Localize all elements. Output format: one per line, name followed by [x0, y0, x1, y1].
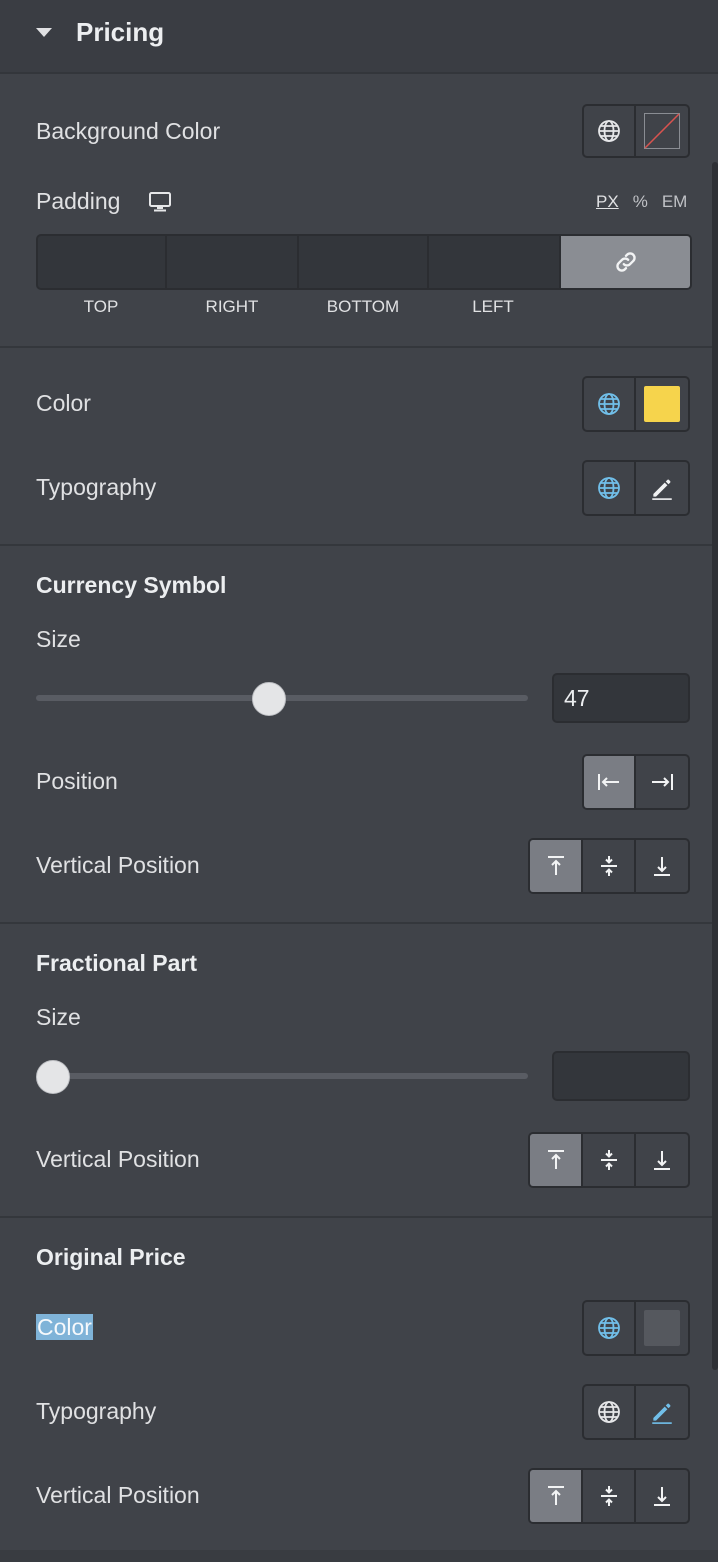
link-values-button[interactable] — [561, 236, 690, 288]
original-price-heading: Original Price — [36, 1244, 186, 1270]
vertical-position-label: Vertical Position — [36, 1482, 200, 1508]
size-slider[interactable] — [36, 1060, 528, 1094]
divider — [0, 1216, 718, 1218]
valign-bottom-button[interactable] — [634, 1134, 688, 1186]
pencil-icon — [652, 479, 672, 500]
edit-typography-button[interactable] — [634, 462, 688, 514]
slider-track — [36, 1073, 528, 1079]
padding-inputs — [36, 234, 692, 290]
pencil-icon — [652, 1403, 672, 1424]
padding-right-input[interactable] — [167, 236, 299, 288]
background-color-label: Background Color — [36, 118, 221, 144]
unit-em[interactable]: EM — [662, 192, 688, 211]
globe-icon — [598, 120, 620, 142]
globe-icon — [598, 1317, 620, 1339]
align-left-bar-icon — [598, 774, 619, 790]
no-color-swatch-icon — [644, 113, 680, 149]
padding-left-label: LEFT — [472, 297, 514, 316]
color-label: Color — [36, 1314, 93, 1341]
valign-bottom-icon — [654, 1487, 670, 1506]
link-icon — [615, 252, 636, 272]
valign-top-icon — [547, 1150, 564, 1169]
vertical-position-control — [528, 838, 690, 894]
valign-bottom-button[interactable] — [634, 840, 688, 892]
globe-icon — [598, 477, 620, 499]
valign-bottom-icon — [654, 857, 670, 876]
vertical-position-label: Vertical Position — [36, 1146, 200, 1172]
slider-handle[interactable] — [36, 1060, 70, 1094]
section-title: Pricing — [76, 17, 165, 47]
scrollbar[interactable] — [712, 162, 718, 1370]
color-swatch-button[interactable] — [634, 378, 688, 430]
valign-middle-icon — [600, 856, 617, 876]
desktop-icon[interactable] — [148, 191, 172, 213]
currency-symbol-heading: Currency Symbol — [36, 572, 227, 598]
section-header-pricing[interactable]: Pricing — [0, 0, 718, 74]
size-input[interactable] — [552, 1051, 690, 1101]
typography-label: Typography — [36, 474, 157, 500]
globe-icon — [598, 393, 620, 415]
divider — [0, 544, 718, 546]
global-typography-button[interactable] — [584, 462, 634, 514]
global-typography-button[interactable] — [584, 1386, 634, 1438]
typography-control — [582, 460, 690, 516]
valign-bottom-button[interactable] — [634, 1470, 688, 1522]
unit-switcher: PX% EM — [582, 192, 687, 212]
padding-top-label: TOP — [83, 297, 119, 316]
color-swatch — [644, 1310, 680, 1346]
caret-down-icon — [36, 28, 52, 37]
selected-text: Color — [36, 1314, 93, 1340]
vertical-position-label: Vertical Position — [36, 852, 200, 878]
global-colors-button[interactable] — [584, 106, 634, 156]
size-input[interactable]: 47 — [552, 673, 690, 723]
valign-middle-button[interactable] — [581, 1470, 634, 1522]
position-after-button[interactable] — [634, 756, 688, 808]
size-label: Size — [36, 626, 81, 652]
position-control — [582, 754, 690, 810]
fractional-part-heading: Fractional Part — [36, 950, 198, 976]
color-label: Color — [36, 390, 91, 416]
valign-middle-button[interactable] — [581, 840, 634, 892]
global-colors-button[interactable] — [584, 1302, 634, 1354]
unit-px[interactable]: PX — [596, 192, 619, 211]
background-color-swatch-button[interactable] — [634, 106, 688, 156]
global-colors-button[interactable] — [584, 378, 634, 430]
divider — [0, 346, 718, 348]
padding-bottom-input[interactable] — [299, 236, 429, 288]
padding-label: Padding — [36, 188, 121, 214]
position-before-button[interactable] — [584, 756, 634, 808]
size-label: Size — [36, 1004, 81, 1030]
valign-middle-button[interactable] — [581, 1134, 634, 1186]
padding-right-label: RIGHT — [205, 297, 259, 316]
vertical-position-control — [528, 1468, 690, 1524]
padding-bottom-label: BOTTOM — [326, 297, 400, 316]
valign-top-icon — [547, 856, 564, 875]
size-slider[interactable] — [36, 682, 528, 716]
divider — [0, 922, 718, 924]
slider-handle[interactable] — [252, 682, 287, 716]
position-label: Position — [36, 768, 118, 794]
valign-bottom-icon — [654, 1151, 670, 1170]
globe-icon — [598, 1401, 620, 1423]
background-color-control — [582, 104, 690, 158]
valign-middle-icon — [600, 1486, 617, 1506]
valign-top-button[interactable] — [530, 1470, 581, 1522]
valign-top-button[interactable] — [530, 840, 581, 892]
vertical-position-control — [528, 1132, 690, 1188]
valign-top-button[interactable] — [530, 1134, 581, 1186]
divider — [0, 1550, 718, 1562]
valign-top-icon — [547, 1486, 564, 1505]
typography-control — [582, 1384, 690, 1440]
edit-typography-button[interactable] — [634, 1386, 688, 1438]
align-right-bar-icon — [652, 774, 673, 790]
unit-percent[interactable]: % — [633, 192, 648, 211]
valign-middle-icon — [600, 1150, 617, 1170]
color-swatch-button[interactable] — [634, 1302, 688, 1354]
color-control — [582, 1300, 690, 1356]
padding-left-input[interactable] — [429, 236, 561, 288]
color-swatch — [644, 386, 680, 422]
typography-label: Typography — [36, 1398, 157, 1424]
color-control — [582, 376, 690, 432]
padding-top-input[interactable] — [38, 236, 167, 288]
